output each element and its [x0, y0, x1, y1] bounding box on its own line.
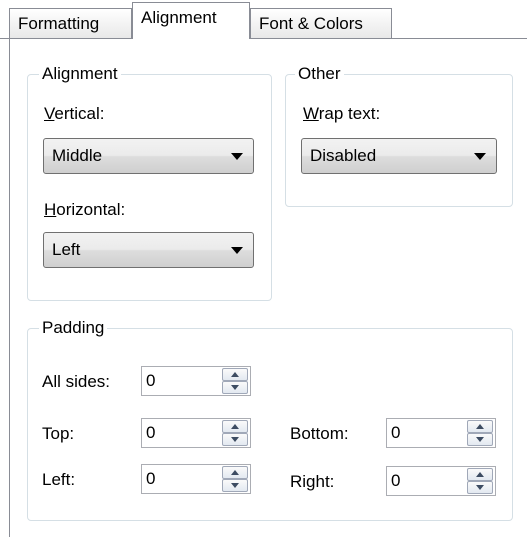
- decrement-button[interactable]: [222, 381, 248, 394]
- arrow-up-icon: [476, 424, 484, 429]
- arrow-down-icon: [231, 437, 239, 442]
- arrow-up-icon: [476, 472, 484, 477]
- other-group-title: Other: [295, 64, 344, 84]
- increment-button[interactable]: [467, 468, 493, 481]
- bottom-spinner[interactable]: 0: [386, 418, 496, 448]
- decrement-button[interactable]: [222, 433, 248, 446]
- decrement-button[interactable]: [222, 479, 248, 492]
- vertical-select[interactable]: Middle: [43, 138, 254, 174]
- increment-button[interactable]: [222, 466, 248, 479]
- tab-label: Alignment: [141, 8, 217, 27]
- arrow-up-icon: [231, 372, 239, 377]
- vertical-label: Vertical:: [44, 104, 105, 123]
- arrow-up-icon: [231, 424, 239, 429]
- right-value: 0: [391, 471, 401, 490]
- arrow-down-icon: [231, 385, 239, 390]
- all-sides-label: All sides:: [42, 372, 111, 391]
- tab-formatting[interactable]: Formatting: [9, 8, 132, 38]
- left-label: Left:: [42, 470, 76, 489]
- left-value: 0: [146, 469, 156, 488]
- tab-strip-border: [0, 38, 527, 39]
- right-label: Right:: [290, 472, 335, 491]
- padding-group-title: Padding: [39, 318, 108, 338]
- all-sides-value: 0: [146, 371, 156, 390]
- arrow-down-icon: [476, 437, 484, 442]
- vertical-select-value: Middle: [52, 146, 103, 165]
- increment-button[interactable]: [467, 420, 493, 433]
- horizontal-select-value: Left: [52, 240, 81, 259]
- arrow-up-icon: [231, 470, 239, 475]
- tab-label: Formatting: [18, 14, 100, 33]
- top-spinner[interactable]: 0: [141, 418, 251, 448]
- tab-alignment[interactable]: Alignment: [132, 2, 250, 39]
- top-value: 0: [146, 423, 156, 442]
- decrement-button[interactable]: [467, 481, 493, 494]
- tab-font-colors[interactable]: Font & Colors: [250, 8, 392, 38]
- right-spinner[interactable]: 0: [386, 466, 496, 496]
- chevron-down-icon: [231, 153, 243, 160]
- increment-button[interactable]: [222, 420, 248, 433]
- tab-pane-border: [9, 38, 10, 537]
- left-spinner[interactable]: 0: [141, 464, 251, 494]
- tab-label: Font & Colors: [259, 14, 363, 33]
- all-sides-spinner[interactable]: 0: [141, 366, 251, 396]
- chevron-down-icon: [231, 247, 243, 254]
- bottom-value: 0: [391, 423, 401, 442]
- horizontal-select[interactable]: Left: [43, 232, 254, 268]
- alignment-group-title: Alignment: [39, 64, 121, 84]
- bottom-label: Bottom:: [290, 424, 349, 443]
- arrow-down-icon: [476, 485, 484, 490]
- wrap-text-select[interactable]: Disabled: [301, 138, 497, 174]
- wrap-text-select-value: Disabled: [310, 146, 377, 165]
- chevron-down-icon: [474, 153, 486, 160]
- decrement-button[interactable]: [467, 433, 493, 446]
- arrow-down-icon: [231, 483, 239, 488]
- top-label: Top:: [42, 424, 75, 443]
- increment-button[interactable]: [222, 368, 248, 381]
- wrap-text-label: Wrap text:: [303, 104, 381, 123]
- horizontal-label: Horizontal:: [44, 200, 126, 219]
